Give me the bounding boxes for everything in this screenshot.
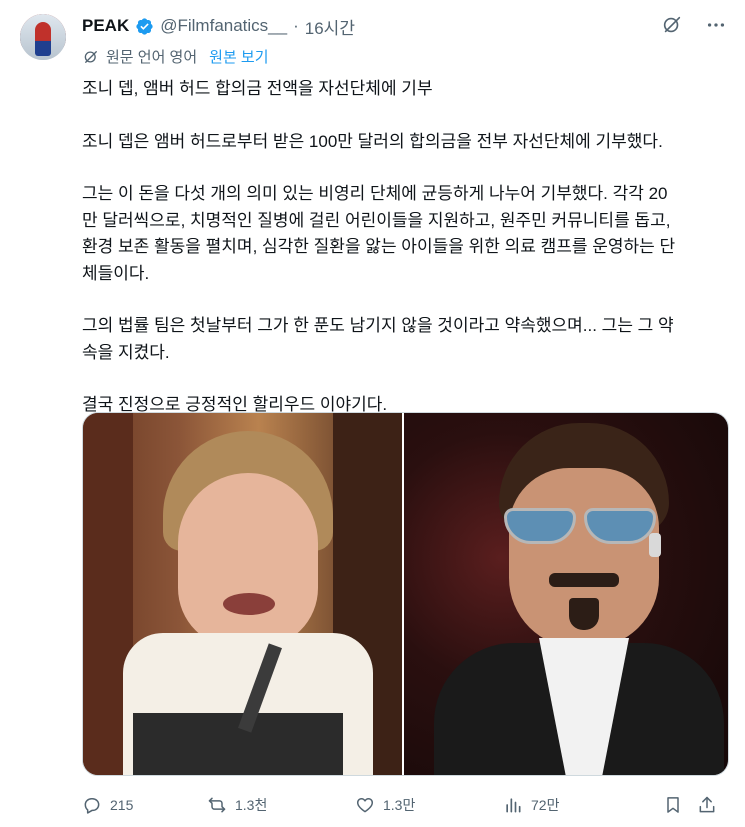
grok-icon[interactable] (661, 14, 683, 36)
tweet-text: 조니 뎁, 앰버 허드 합의금 전액을 자선단체에 기부 조니 뎁은 앰버 허드… (82, 76, 732, 445)
translation-label: 원문 언어 영어 (106, 49, 198, 66)
more-icon[interactable] (705, 14, 727, 36)
tweet-paragraph: 그의 법률 팀은 첫날부터 그가 한 푼도 남기지 않을 것이라고 약속했으며.… (82, 316, 674, 362)
timestamp[interactable]: 16시간 (305, 14, 355, 39)
views-button[interactable]: 72만 (503, 795, 663, 815)
reply-button[interactable]: 215 (82, 795, 207, 815)
reply-count: 215 (110, 797, 134, 813)
heart-icon (356, 798, 374, 813)
tweet[interactable]: PEAK @Filmfanatics__ · 16시간 원문 언어 영어 원본 … (0, 0, 745, 827)
tweet-paragraph: 그는 이 돈을 다섯 개의 의미 있는 비영리 단체에 균등하게 나누어 기부했… (82, 184, 676, 283)
views-icon (506, 798, 521, 813)
user-name[interactable]: PEAK (82, 16, 129, 36)
repost-button[interactable]: 1.3천 (207, 795, 355, 815)
tweet-paragraph: 조니 뎁, 앰버 허드 합의금 전액을 자선단체에 기부 (82, 79, 433, 98)
translation-row: 원문 언어 영어 원본 보기 (82, 46, 269, 67)
share-button[interactable] (697, 795, 727, 815)
repost-icon (208, 797, 226, 813)
top-actions (661, 14, 727, 36)
reply-icon (84, 798, 100, 814)
media-photo-left[interactable] (83, 413, 402, 775)
tweet-media[interactable] (82, 412, 729, 776)
share-icon (699, 796, 715, 813)
tweet-actions: 215 1.3천 1.3만 72만 (82, 790, 732, 820)
avatar[interactable] (20, 14, 66, 60)
show-original-link[interactable]: 원본 보기 (209, 46, 268, 67)
tweet-paragraph: 조니 뎁은 앰버 허드로부터 받은 100만 달러의 합의금을 전부 자선단체에… (82, 131, 663, 151)
user-handle[interactable]: @Filmfanatics__ (160, 16, 287, 36)
bookmark-icon (667, 797, 679, 813)
media-photo-right[interactable] (404, 413, 728, 775)
like-button[interactable]: 1.3만 (355, 795, 503, 815)
views-count: 72만 (531, 797, 560, 813)
verified-badge-icon (136, 17, 153, 35)
bookmark-button[interactable] (663, 795, 697, 815)
repost-count: 1.3천 (235, 797, 268, 813)
translate-icon (84, 50, 97, 63)
tweet-header: PEAK @Filmfanatics__ · 16시간 (82, 14, 355, 38)
like-count: 1.3만 (383, 797, 416, 813)
separator-dot: · (293, 16, 299, 35)
